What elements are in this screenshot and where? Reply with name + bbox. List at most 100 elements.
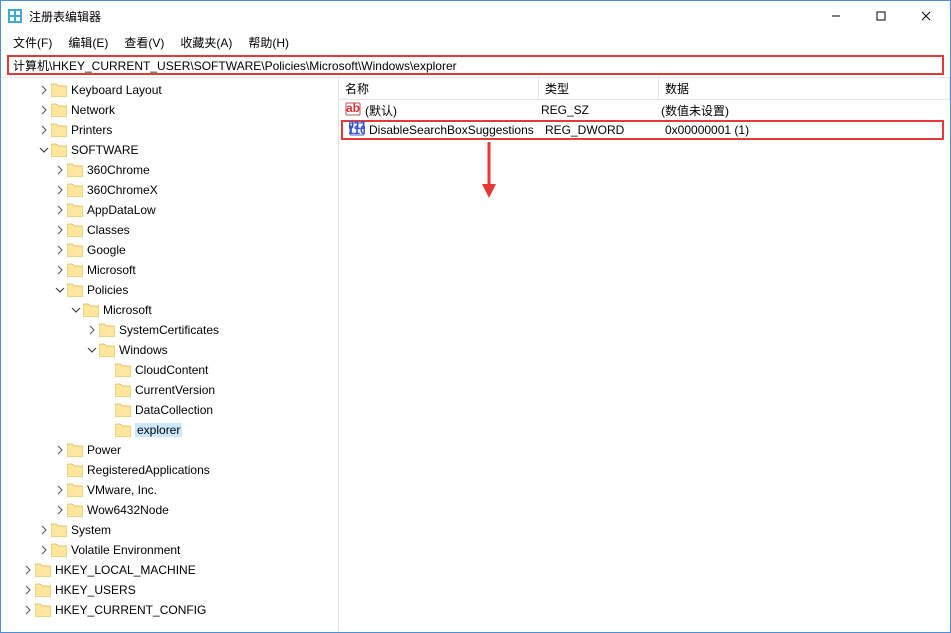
col-header-name[interactable]: 名称 [339,78,539,99]
folder-icon [115,402,131,418]
folder-icon [67,462,83,478]
tree-item[interactable]: Volatile Environment [1,540,338,560]
value-row[interactable]: DisableSearchBoxSuggestions REG_DWORD 0x… [341,120,944,140]
expand-toggle[interactable] [37,525,51,535]
list-body[interactable]: (默认) REG_SZ (数值未设置) DisableSearchBoxSugg… [339,100,950,632]
expand-toggle[interactable] [37,125,51,135]
folder-icon [99,322,115,338]
tree-item-label: explorer [135,423,182,437]
col-header-type[interactable]: 类型 [539,78,659,99]
tree-item[interactable]: 360Chrome [1,160,338,180]
tree-item[interactable]: Microsoft [1,300,338,320]
value-name: (默认) [365,102,397,119]
value-data: (数值未设置) [659,102,950,119]
tree-item-label: RegisteredApplications [87,463,210,477]
tree-item[interactable]: VMware, Inc. [1,480,338,500]
folder-icon [35,582,51,598]
folder-icon [67,242,83,258]
menu-file[interactable]: 文件(F) [5,32,60,53]
folder-icon [67,282,83,298]
expand-toggle[interactable] [53,225,67,235]
content-area: Keyboard Layout NetworkPrintersSOFTWARE 36… [1,77,950,632]
tree-item[interactable]: Power [1,440,338,460]
list-header: 名称 类型 数据 [339,78,950,100]
expand-toggle[interactable] [53,285,67,295]
expand-toggle[interactable] [53,165,67,175]
tree-item-label: Windows [119,343,168,357]
expand-toggle[interactable] [37,105,51,115]
tree-item-label: Policies [87,283,128,297]
expand-toggle[interactable] [85,345,99,355]
value-type: REG_DWORD [543,123,663,137]
tree-item[interactable]: HKEY_CURRENT_CONFIG [1,600,338,620]
folder-icon [35,602,51,618]
expand-toggle[interactable] [21,565,35,575]
folder-icon [115,382,131,398]
expand-toggle[interactable] [37,145,51,155]
addressbar-row: 计算机\HKEY_CURRENT_USER\SOFTWARE\Policies\… [1,53,950,77]
tree-item-label: 360Chrome [87,163,150,177]
menu-view[interactable]: 查看(V) [116,32,172,53]
expand-toggle[interactable] [37,545,51,555]
tree-item[interactable]: Keyboard Layout [1,80,338,100]
expand-toggle[interactable] [53,505,67,515]
tree-pane[interactable]: Keyboard Layout NetworkPrintersSOFTWARE 36… [1,78,339,632]
expand-toggle[interactable] [53,205,67,215]
menu-favorites[interactable]: 收藏夹(A) [172,32,240,53]
expand-toggle[interactable] [53,485,67,495]
tree-item[interactable]: Classes [1,220,338,240]
expand-toggle[interactable] [21,585,35,595]
tree-item[interactable]: 360ChromeX [1,180,338,200]
list-pane: 名称 类型 数据 (默认) REG_SZ (数值未设置) DisableSear… [339,78,950,632]
tree-item[interactable]: DataCollection [1,400,338,420]
tree-item[interactable]: Network [1,100,338,120]
expand-toggle[interactable] [21,605,35,615]
expand-toggle[interactable] [85,325,99,335]
folder-icon [67,502,83,518]
tree-item[interactable]: HKEY_LOCAL_MACHINE [1,560,338,580]
app-icon [7,8,23,24]
maximize-button[interactable] [858,1,903,31]
tree-item[interactable]: Policies [1,280,338,300]
value-type: REG_SZ [539,103,659,117]
value-row[interactable]: (默认) REG_SZ (数值未设置) [339,100,950,120]
tree-item[interactable]: Printers [1,120,338,140]
expand-toggle[interactable] [53,265,67,275]
tree-item[interactable]: explorer [1,420,338,440]
tree-item[interactable]: Wow6432Node [1,500,338,520]
tree-item-label: VMware, Inc. [87,483,157,497]
tree-item[interactable]: Microsoft [1,260,338,280]
expand-toggle[interactable] [53,445,67,455]
folder-icon [51,542,67,558]
expand-toggle[interactable] [53,245,67,255]
tree-item[interactable]: HKEY_USERS [1,580,338,600]
col-header-data[interactable]: 数据 [659,78,950,99]
expand-toggle[interactable] [69,305,83,315]
tree-item-label: Keyboard Layout [71,83,162,97]
expand-toggle[interactable] [37,85,51,95]
menubar: 文件(F) 编辑(E) 查看(V) 收藏夹(A) 帮助(H) [1,31,950,53]
tree-item[interactable]: System [1,520,338,540]
close-button[interactable] [903,1,948,31]
folder-icon [83,302,99,318]
tree-item-label: HKEY_USERS [55,583,136,597]
tree-item[interactable]: AppDataLow [1,200,338,220]
menu-help[interactable]: 帮助(H) [240,32,297,53]
tree-item-label: 360ChromeX [87,183,158,197]
window-controls [813,1,948,31]
tree-item[interactable]: CloudContent [1,360,338,380]
tree-item[interactable]: SOFTWARE [1,140,338,160]
expand-toggle[interactable] [53,185,67,195]
tree-item[interactable]: RegisteredApplications [1,460,338,480]
folder-icon [35,562,51,578]
address-path: 计算机\HKEY_CURRENT_USER\SOFTWARE\Policies\… [13,57,457,74]
tree-item[interactable]: CurrentVersion [1,380,338,400]
tree-item[interactable]: Windows [1,340,338,360]
tree-item[interactable]: SystemCertificates [1,320,338,340]
minimize-button[interactable] [813,1,858,31]
menu-edit[interactable]: 编辑(E) [60,32,116,53]
folder-icon [67,262,83,278]
tree-item[interactable]: Google [1,240,338,260]
titlebar[interactable]: 注册表编辑器 [1,1,950,31]
address-bar[interactable]: 计算机\HKEY_CURRENT_USER\SOFTWARE\Policies\… [7,55,944,75]
